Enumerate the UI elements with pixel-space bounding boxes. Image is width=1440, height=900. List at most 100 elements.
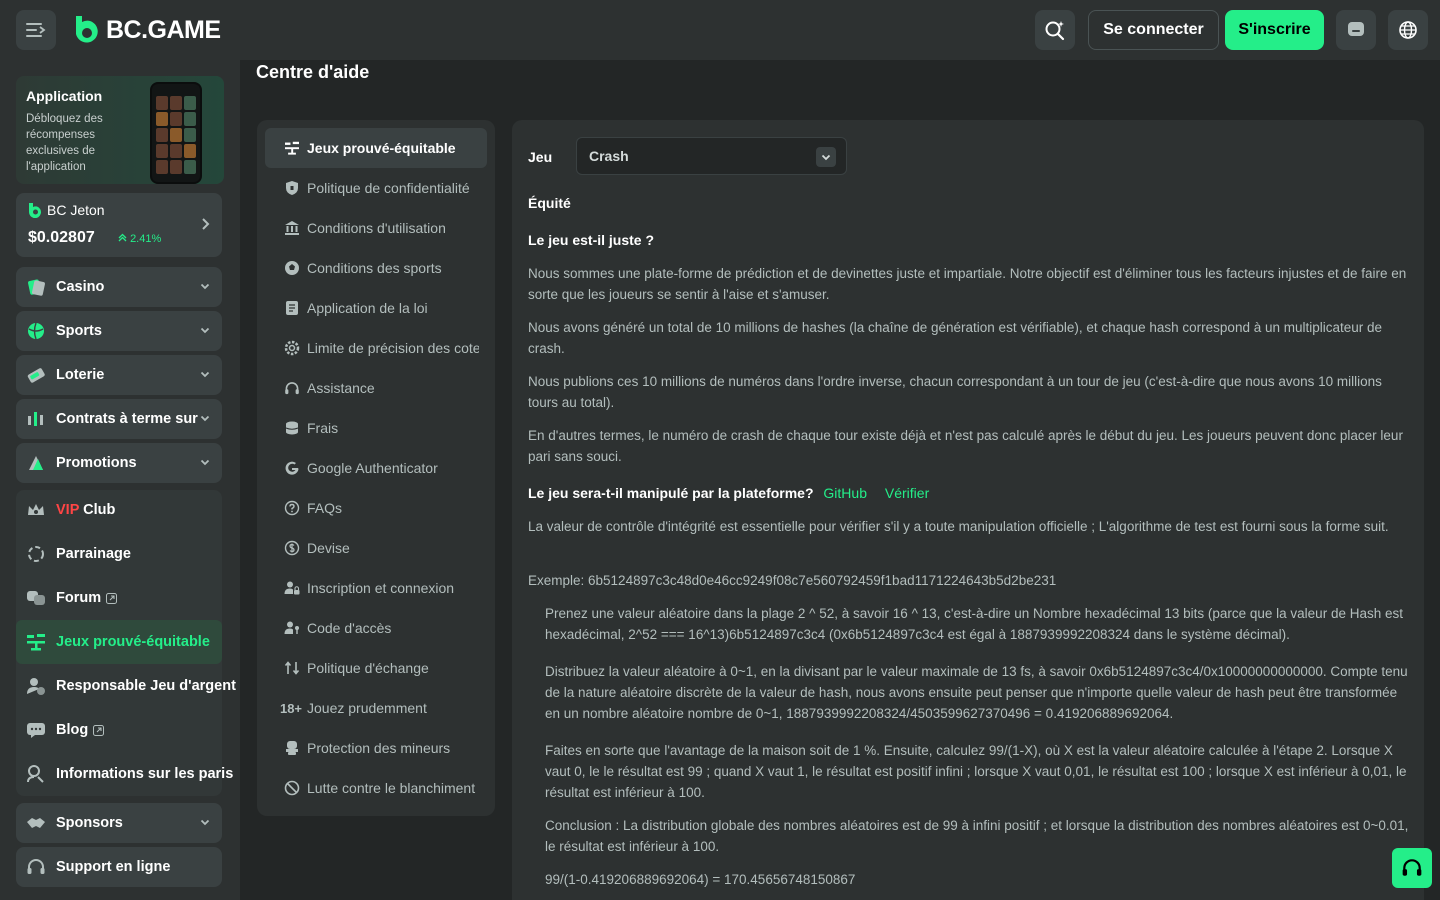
headset-icon [26, 857, 46, 877]
sidebar-item-provably-fair[interactable]: Jeux prouvé-équitable [16, 620, 222, 664]
phone-mockup-image [150, 82, 202, 184]
topic-play-responsibly[interactable]: 18+ Jouez prudemment [265, 688, 487, 728]
ban-icon [283, 779, 301, 797]
sidebar-item-label: Responsable Jeu d'argent [56, 678, 236, 694]
paragraph: En d'autres termes, le numéro de crash d… [528, 428, 1403, 464]
app-card-title: Application [26, 88, 103, 104]
app-promo-card[interactable]: Application Débloquez des récompenses ex… [16, 76, 224, 184]
fairness-heading: Équité [528, 195, 571, 211]
bank-icon [283, 219, 301, 237]
help-content-panel: Jeu Crash Équité Le jeu est-il juste ? N… [512, 120, 1424, 900]
sidebar-item-lottery[interactable]: Loterie [16, 355, 222, 395]
game-select-value: Crash [589, 148, 629, 164]
topic-provably-fair[interactable]: Jeux prouvé-équitable [265, 128, 487, 168]
live-support-button[interactable] [1392, 848, 1432, 888]
topic-label: FAQs [307, 500, 343, 516]
algorithm-step-1: Prenez une valeur aléatoire dans la plag… [545, 606, 1403, 642]
sidebar-item-forum[interactable]: Forum [16, 576, 222, 620]
chat-icon [1348, 22, 1364, 36]
login-button[interactable]: Se connecter [1088, 10, 1219, 50]
gear-icon [283, 339, 301, 357]
chat-button[interactable] [1336, 10, 1376, 50]
topic-access-code[interactable]: Code d'accès [265, 608, 487, 648]
provably-fair-icon [283, 139, 301, 157]
sidebar-item-responsible-gambling[interactable]: Responsable Jeu d'argent [16, 664, 236, 708]
sidebar-item-label: Loterie [56, 367, 105, 383]
bc-game-logo[interactable]: BC.GAME [72, 14, 221, 46]
language-button[interactable] [1388, 10, 1428, 50]
logo-text: BC.GAME [106, 15, 221, 44]
topic-fees[interactable]: Frais [265, 408, 487, 448]
conclusion: Conclusion : La distribution globale des… [545, 818, 1409, 854]
topic-label: Lutte contre le blanchiment [307, 780, 476, 796]
sidebar-item-casino[interactable]: Casino [16, 267, 222, 307]
sidebar-item-blog[interactable]: Blog [16, 708, 222, 752]
bc-token-icon [28, 203, 41, 218]
forum-icon [26, 588, 46, 608]
user-lock-icon [283, 579, 301, 597]
topic-terms-of-use[interactable]: Conditions d'utilisation [265, 208, 487, 248]
paragraph: Nous publions ces 10 millions de numéros… [528, 374, 1382, 410]
betting-info-icon [26, 764, 46, 784]
sidebar-item-promotions[interactable]: Promotions [16, 443, 222, 483]
chevron-down-icon [198, 411, 212, 425]
topic-minor-protection[interactable]: Protection des mineurs [265, 728, 487, 768]
trend-up-icon [118, 233, 127, 242]
sidebar-item-sponsors[interactable]: Sponsors [16, 803, 222, 843]
topic-google-authenticator[interactable]: Google Authenticator [265, 448, 487, 488]
page-title: Centre d'aide [256, 62, 370, 82]
signup-button[interactable]: S'inscrire [1225, 10, 1324, 50]
sidebar-item-futures[interactable]: Contrats à terme sur [16, 399, 222, 439]
sidebar-item-label: Promotions [56, 455, 137, 471]
chevron-down-icon [198, 455, 212, 469]
example-hash: Exemple: 6b5124897c3c48d0e46cc9249f08c7e… [528, 573, 1057, 588]
external-link-icon [93, 724, 105, 736]
coins-icon [283, 419, 301, 437]
topic-odds-precision[interactable]: Limite de précision des cotes [265, 328, 487, 368]
lottery-icon [26, 365, 46, 385]
futures-icon [26, 409, 46, 429]
bc-token-card[interactable]: BC Jeton $0.02807 2.41% [16, 193, 222, 257]
chevron-down-icon [198, 815, 212, 829]
chevron-down-icon [198, 279, 212, 293]
google-icon [283, 459, 301, 477]
sidebar-item-betting-info[interactable]: Informations sur les paris [16, 752, 233, 796]
topic-law-enforcement[interactable]: Application de la loi [265, 288, 487, 328]
github-link[interactable]: GitHub [823, 485, 867, 501]
question-icon [283, 499, 301, 517]
algorithm-step-2: Distribuez la valeur aléatoire à 0~1, en… [545, 664, 1408, 721]
sidebar-item-label: Casino [56, 279, 105, 295]
topic-sports-terms[interactable]: Conditions des sports [265, 248, 487, 288]
handshake-icon [26, 813, 46, 833]
game-select[interactable]: Crash [576, 137, 847, 175]
sidebar-item-online-support[interactable]: Support en ligne [16, 847, 222, 887]
chevron-down-icon [198, 367, 212, 381]
topic-label: Jouez prudemment [307, 700, 427, 716]
chevron-right-icon [202, 218, 210, 230]
bc-token-name-row: BC Jeton [28, 202, 105, 218]
sidebar-item-vip-club[interactable]: VIP Club [16, 488, 222, 532]
game-select-label: Jeu [528, 149, 553, 165]
sidebar-item-sports[interactable]: Sports [16, 311, 222, 351]
exchange-icon [283, 659, 301, 677]
search-icon [1045, 21, 1065, 41]
topic-privacy-policy[interactable]: Politique de confidentialité [265, 168, 487, 208]
chevron-down-icon [198, 323, 212, 337]
external-link-icon [106, 592, 118, 604]
topic-exchange-policy[interactable]: Politique d'échange [265, 648, 487, 688]
protection-icon [283, 739, 301, 757]
verify-link[interactable]: Vérifier [885, 485, 929, 501]
topic-faqs[interactable]: FAQs [265, 488, 487, 528]
blog-icon [26, 720, 46, 740]
referral-icon [26, 544, 46, 564]
sidebar-item-label: Forum [56, 590, 102, 606]
topic-assistance[interactable]: Assistance [265, 368, 487, 408]
sidebar: Application Débloquez des récompenses ex… [0, 60, 240, 900]
sidebar-item-referral[interactable]: Parrainage [16, 532, 222, 576]
topic-anti-money-laundering[interactable]: Lutte contre le blanchiment [265, 768, 487, 808]
topic-currency[interactable]: Devise [265, 528, 487, 568]
topic-registration-login[interactable]: Inscription et connexion [265, 568, 487, 608]
search-button[interactable] [1035, 10, 1075, 50]
topic-label: Assistance [307, 380, 375, 396]
menu-toggle-button[interactable] [16, 10, 56, 50]
